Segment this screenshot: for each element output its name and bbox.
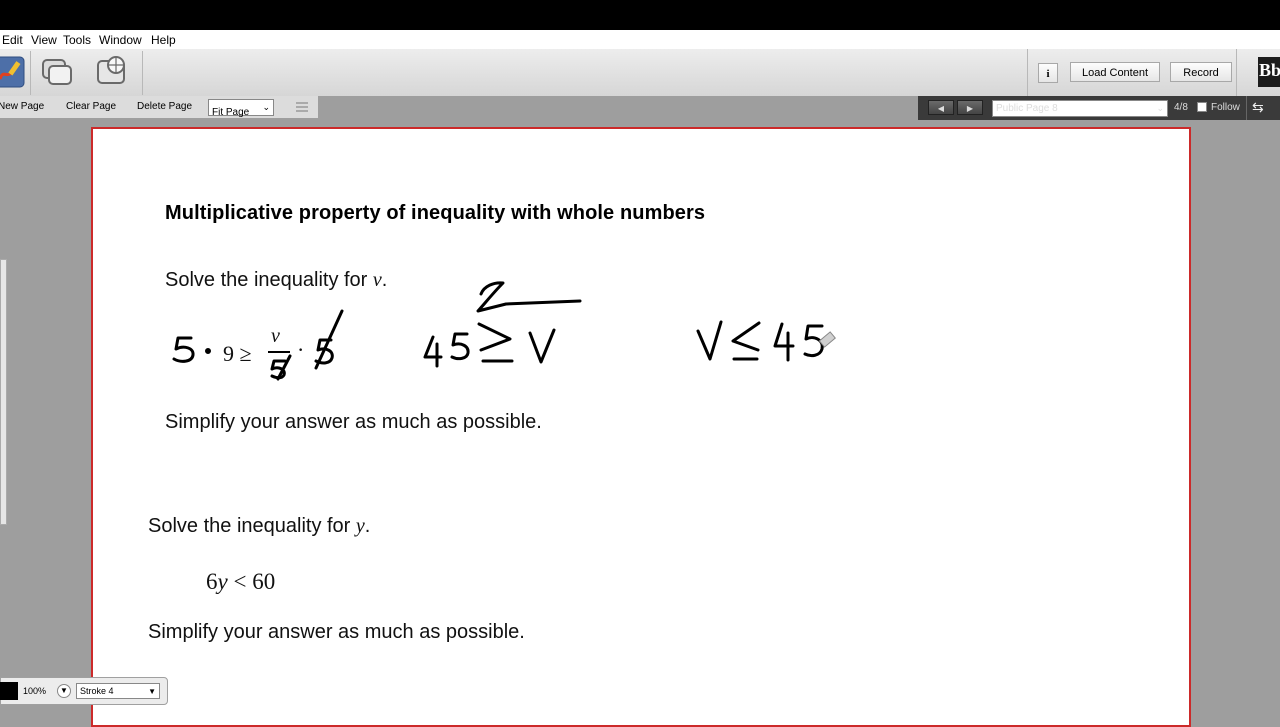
hw-less-equal <box>731 321 761 361</box>
ink-layer <box>172 281 837 381</box>
hw-five-left <box>172 336 195 363</box>
stroke-select[interactable]: Stroke 4 ▼ <box>76 683 160 699</box>
pen-settings-bar: 100% ▼ Stroke 4 ▼ <box>0 677 168 705</box>
hw-greater-equal <box>477 322 514 363</box>
hw-slashed-five-right <box>314 309 344 370</box>
hw-four-right <box>773 322 795 362</box>
color-swatch[interactable] <box>0 682 18 700</box>
zoom-value: 100% <box>23 686 47 696</box>
hw-four <box>423 335 443 368</box>
hw-v-mid <box>528 328 556 364</box>
hw-scratch-two <box>476 281 582 313</box>
chevron-down-icon: ▼ <box>60 686 68 695</box>
hw-slashed-five-denominator <box>270 354 292 381</box>
hw-v-right <box>696 320 723 361</box>
zoom-dropdown-button[interactable]: ▼ <box>57 684 71 698</box>
stroke-value: Stroke 4 <box>80 686 114 696</box>
hw-dot <box>205 348 211 354</box>
chevron-down-icon: ▼ <box>148 687 156 696</box>
hw-five <box>450 332 470 361</box>
